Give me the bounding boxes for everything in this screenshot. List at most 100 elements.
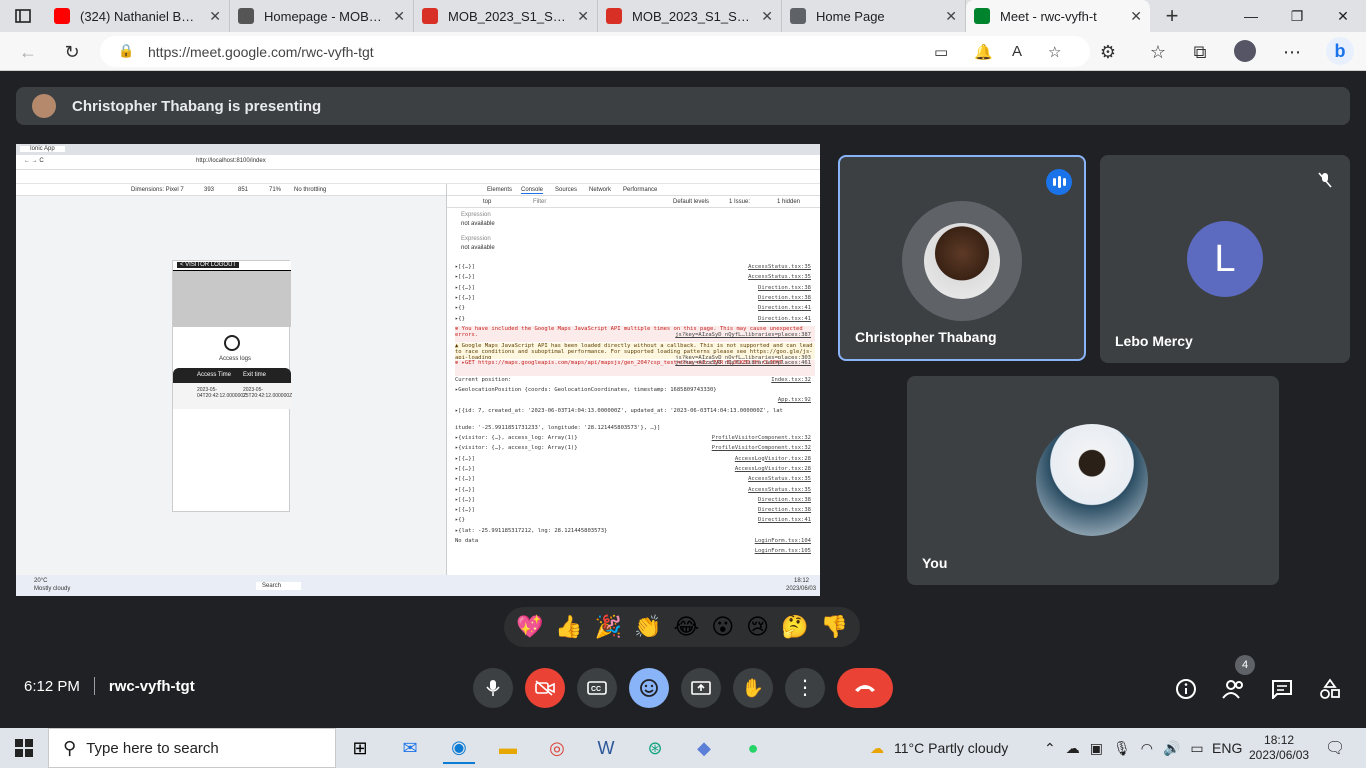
camera-blocked-icon[interactable]: ▭ xyxy=(934,43,948,61)
add-favorite-icon[interactable]: ☆ xyxy=(1048,43,1061,61)
reaction-emoji[interactable]: 🎉 xyxy=(595,614,622,640)
mic-tray-icon[interactable]: 🎙 xyxy=(1113,740,1131,757)
task-view-icon[interactable]: ⊞ xyxy=(344,732,376,764)
reaction-emoji[interactable]: 😮 xyxy=(711,614,734,640)
chrome-icon[interactable]: ◎ xyxy=(541,732,573,764)
word-icon[interactable]: W xyxy=(590,732,622,764)
raise-hand-button[interactable]: ✋ xyxy=(733,668,773,708)
lock-icon: 🔒 xyxy=(118,43,135,58)
devtools-tab: Network xyxy=(589,187,612,193)
network-icon[interactable]: ◠ xyxy=(1141,740,1153,757)
reaction-emoji[interactable]: 😂 xyxy=(674,614,700,640)
close-tab-icon[interactable]: ✕ xyxy=(209,8,221,25)
back-button[interactable]: ← xyxy=(16,40,40,64)
onedrive-icon[interactable]: ☁ xyxy=(1066,740,1080,757)
clock[interactable]: 18:12 2023/06/03 xyxy=(1249,728,1309,768)
close-tab-icon[interactable]: ✕ xyxy=(577,8,589,25)
weather-icon: ☁ xyxy=(870,739,884,756)
more-vert-icon: ⋮ xyxy=(795,677,815,699)
battery-icon[interactable]: ▭ xyxy=(1190,740,1203,757)
reaction-emoji[interactable]: 🤔 xyxy=(781,614,808,640)
more-options-button[interactable]: ⋮ xyxy=(785,668,825,708)
collections-icon[interactable]: ⧉ xyxy=(1188,40,1212,64)
leave-call-button[interactable] xyxy=(837,668,893,708)
reaction-emoji[interactable]: 👍 xyxy=(555,614,582,640)
participant-tile-christopher[interactable]: Christopher Thabang xyxy=(838,155,1086,361)
tab-title: Home Page xyxy=(816,8,885,24)
close-tab-icon[interactable]: ✕ xyxy=(945,8,957,25)
log-source: AccessStatus.tsx:35 xyxy=(748,476,811,483)
close-tab-icon[interactable]: ✕ xyxy=(761,8,773,25)
url-input[interactable]: 🔒 https://meet.google.com/rwc-vyfh-tgt ▭… xyxy=(100,36,1090,67)
browser-tab[interactable]: (324) Nathaniel Bassey ✕ xyxy=(46,0,230,32)
console-log-line: itude: '-25.9911851731233', longitude: '… xyxy=(455,425,815,433)
participant-tile-you[interactable]: You xyxy=(907,376,1279,585)
shared-taskbar: 20°C Mostly cloudy Search 18:12 2023/06/… xyxy=(16,575,820,596)
microphone-button[interactable] xyxy=(473,668,513,708)
meeting-details-button[interactable] xyxy=(1171,674,1201,704)
file-explorer-icon[interactable]: ▬ xyxy=(492,732,524,764)
reaction-emoji[interactable]: 💖 xyxy=(516,614,543,640)
participant-tile-lebo[interactable]: L Lebo Mercy xyxy=(1100,155,1350,363)
start-button[interactable] xyxy=(8,732,40,764)
extensions-icon[interactable]: ⚙ xyxy=(1096,40,1120,64)
favorites-icon[interactable]: ☆ xyxy=(1146,40,1170,64)
browser-tab[interactable]: MOB_2023_S1_ST2_M ✕ xyxy=(598,0,782,32)
read-aloud-icon[interactable]: A xyxy=(1012,43,1022,60)
close-tab-icon[interactable]: ✕ xyxy=(1130,8,1142,25)
refresh-button[interactable]: ↻ xyxy=(60,40,84,64)
reaction-emoji[interactable]: 👎 xyxy=(820,614,847,640)
notification-blocked-icon[interactable]: 🔔 xyxy=(974,43,993,61)
weather-text: 11°C Partly cloudy xyxy=(894,740,1009,756)
avatar-you xyxy=(1036,424,1148,536)
profile-avatar[interactable] xyxy=(1234,40,1256,62)
console-log-line: ▸[{…}] Direction.tsx:38 xyxy=(455,497,815,505)
edge-icon[interactable]: ◉ xyxy=(443,732,475,764)
taskbar-search[interactable]: ⚲ Type here to search xyxy=(48,728,336,768)
present-screen-button[interactable] xyxy=(681,668,721,708)
settings-menu-icon[interactable]: ⋯ xyxy=(1280,40,1304,64)
emoji-reactions-button[interactable] xyxy=(629,668,669,708)
close-window-button[interactable]: ✕ xyxy=(1320,0,1366,32)
console-log-line: ▸[{…}] Direction.tsx:38 xyxy=(455,295,815,303)
meeting-code: rwc-vyfh-tgt xyxy=(108,677,195,695)
mic-off-icon xyxy=(1314,169,1336,191)
bing-chat-icon[interactable]: b xyxy=(1326,37,1354,65)
people-count-badge: 4 xyxy=(1235,655,1255,675)
mail-icon[interactable]: ✉ xyxy=(394,732,426,764)
browser-tab[interactable]: Homepage - MOBILE ✕ xyxy=(230,0,414,32)
log-text: ▸{visitor: {…}, access_log: Array(1)} xyxy=(455,445,578,452)
browser-tab[interactable]: MOB_2023_S1_ST1_M ✕ xyxy=(414,0,598,32)
browser-tab[interactable]: Meet - rwc-vyfh-t ✕ xyxy=(966,0,1150,32)
phone-image-placeholder xyxy=(173,271,291,327)
camera-off-button[interactable] xyxy=(525,668,565,708)
browser-tab[interactable]: Home Page ✕ xyxy=(782,0,966,32)
log-source: js?key=AIzaSyD_nQyfL…libraries=places:38… xyxy=(675,331,811,338)
shared-url: http://localhost:8100/index xyxy=(196,158,266,164)
reaction-emoji[interactable]: 😢 xyxy=(746,614,769,640)
svg-text:CC: CC xyxy=(591,686,601,693)
chatgpt-icon[interactable]: ⊛ xyxy=(639,732,671,764)
notifications-icon[interactable]: 🗨 xyxy=(1325,728,1345,768)
activities-button[interactable] xyxy=(1315,674,1345,704)
volume-icon[interactable]: 🔊 xyxy=(1163,740,1180,757)
language-indicator[interactable]: ENG xyxy=(1212,728,1242,768)
virtualbox-icon[interactable]: ◆ xyxy=(688,732,720,764)
close-tab-icon[interactable]: ✕ xyxy=(393,8,405,25)
participant-name: You xyxy=(922,555,948,571)
minimize-button[interactable]: — xyxy=(1228,0,1274,32)
log-text: itude: '-25.9911851731233', longitude: '… xyxy=(455,424,661,431)
reaction-emoji[interactable]: 👏 xyxy=(634,614,661,640)
meet-tray-icon[interactable]: ▣ xyxy=(1090,740,1103,757)
new-tab-button[interactable]: + xyxy=(1150,3,1194,29)
weather-widget[interactable]: ☁ 11°C Partly cloudy xyxy=(870,728,1008,768)
chevron-up-icon[interactable]: ⌃ xyxy=(1044,740,1056,757)
captions-button[interactable]: CC xyxy=(577,668,617,708)
log-source: Direction.tsx:41 xyxy=(758,315,811,322)
whatsapp-icon[interactable]: ● xyxy=(737,732,769,764)
chat-button[interactable] xyxy=(1267,674,1297,704)
restore-button[interactable]: ❐ xyxy=(1274,0,1320,32)
tab-actions-button[interactable] xyxy=(0,0,46,32)
people-button[interactable] xyxy=(1219,674,1249,704)
console-log-line: App.tsx:92 xyxy=(455,397,815,405)
